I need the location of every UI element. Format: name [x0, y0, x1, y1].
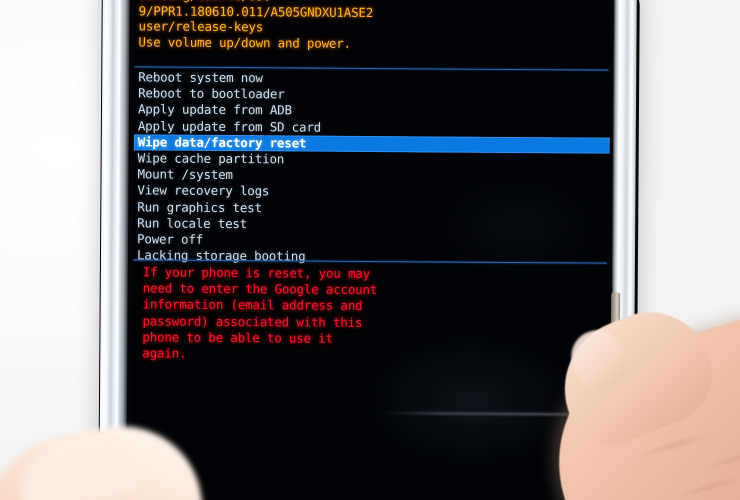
warning-line-4: password) associated with this: [142, 313, 363, 330]
warning-line-3: information (email address and: [142, 296, 363, 314]
recovery-screen: Android Recovery samsung/a50xtc/a50 9/PP…: [131, 0, 611, 500]
menu-item-run-locale-test[interactable]: Run locale test: [133, 215, 609, 235]
factory-reset-warning: If your phone is reset, you may need to …: [132, 264, 433, 363]
warning-line-6: again.: [142, 345, 187, 361]
screenshot-root: Android Recovery samsung/a50xtc/a50 9/PP…: [0, 0, 740, 500]
recovery-screen-content: Android Recovery samsung/a50xtc/a50 9/PP…: [131, 0, 611, 500]
header-instructions: Use volume up/down and power.: [138, 34, 351, 51]
warning-line-5: phone to be able to use it: [142, 329, 333, 346]
recovery-header: Android Recovery samsung/a50xtc/a50 9/PP…: [134, 0, 610, 53]
recovery-menu: Reboot system now Reboot to bootloader A…: [133, 69, 610, 267]
